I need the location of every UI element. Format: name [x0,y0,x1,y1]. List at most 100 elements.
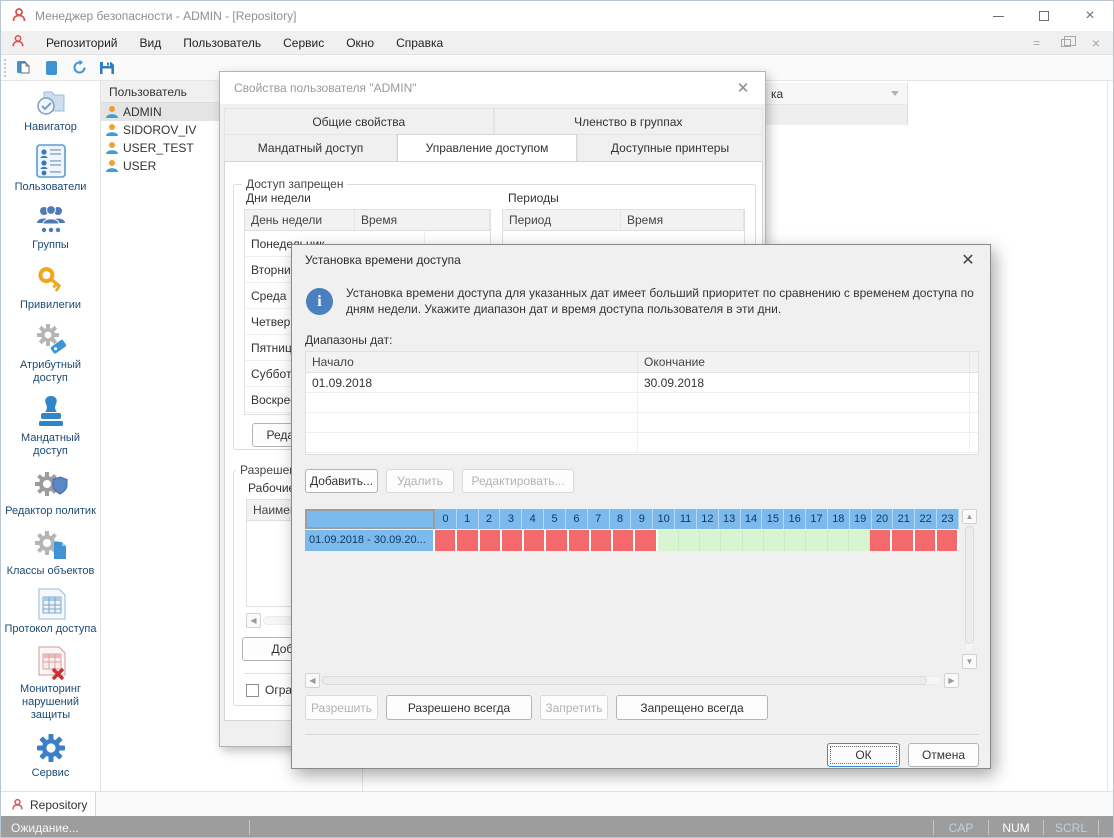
hour-header-cell[interactable]: 2 [479,509,501,529]
grid-row-label[interactable]: 01.09.2018 - 30.09.20... [305,530,435,551]
tab-available-printers[interactable]: Доступные принтеры [577,134,763,161]
time-column-header[interactable]: Время [621,210,744,230]
copy-document-button[interactable] [9,56,37,80]
close-button[interactable]: × [1067,1,1113,31]
sidebar-item-mandatory-access[interactable]: Мандатный доступ [2,394,100,458]
scroll-down-icon[interactable]: ▼ [962,654,977,669]
start-column-header[interactable]: Начало [306,352,638,372]
restrict-checkbox[interactable] [246,684,259,697]
hour-header-cell[interactable]: 18 [828,509,850,529]
hour-state-cell-denied[interactable] [480,530,502,551]
hour-state-cell-denied[interactable] [915,530,937,551]
hour-header-cell[interactable]: 12 [697,509,719,529]
empty-row[interactable] [306,393,978,413]
time-column-header[interactable]: Время [355,210,490,230]
menu-service[interactable]: Сервис [272,31,335,55]
hour-state-cell-allowed[interactable] [785,530,806,551]
sidebar-item-attribute-access[interactable]: Атрибутный доступ [2,321,100,385]
deny-always-button[interactable]: Запрещено всегда [616,695,768,720]
hour-state-cell-denied[interactable] [546,530,568,551]
cancel-button[interactable]: Отмена [908,743,979,767]
properties-dialog-close-button[interactable]: ✕ [733,78,753,98]
allow-button[interactable]: Разрешить [305,695,378,720]
hour-state-cell-denied[interactable] [502,530,524,551]
menu-help[interactable]: Справка [385,31,454,55]
hour-state-cell-denied[interactable] [870,530,892,551]
sidebar-item-service[interactable]: Сервис [2,731,100,780]
hour-header-cell[interactable]: 1 [457,509,479,529]
hour-header-cell[interactable]: 7 [588,509,610,529]
menu-repository[interactable]: Репозиторий [35,31,129,55]
hour-state-cell-denied[interactable] [569,530,591,551]
hour-state-cell-allowed[interactable] [764,530,785,551]
save-button[interactable] [93,56,121,80]
hour-state-cell-allowed[interactable] [828,530,849,551]
sidebar-item-groups[interactable]: Группы [2,203,100,252]
menu-window[interactable]: Окно [335,31,385,55]
sidebar-item-navigator[interactable]: Навигатор [2,87,100,134]
hour-header-cell[interactable]: 22 [915,509,937,529]
deny-button[interactable]: Запретить [540,695,608,720]
hour-state-cell-allowed[interactable] [743,530,764,551]
sidebar-item-privileges[interactable]: Привилегии [2,261,100,312]
grid-horizontal-scrollbar[interactable]: ◀ ▶ [305,673,959,688]
hour-header-cell[interactable]: 17 [806,509,828,529]
hour-state-cell-allowed[interactable] [700,530,721,551]
hour-state-cell-denied[interactable] [435,530,457,551]
hour-state-cell-allowed[interactable] [679,530,700,551]
add-range-button[interactable]: Добавить... [305,469,378,493]
hour-state-cell-denied[interactable] [892,530,914,551]
hour-state-cell-allowed[interactable] [658,530,679,551]
hour-header-cell[interactable]: 8 [610,509,632,529]
hour-header-cell[interactable]: 14 [741,509,763,529]
hour-header-cell[interactable]: 15 [762,509,784,529]
tab-general-properties[interactable]: Общие свойства [224,108,494,134]
tab-access-control[interactable]: Управление доступом [397,134,577,161]
hour-header-cell[interactable]: 0 [435,509,457,529]
hour-header-cell[interactable]: 23 [937,509,959,529]
sidebar-item-object-classes[interactable]: Классы объектов [2,527,100,578]
menu-view[interactable]: Вид [129,31,173,55]
empty-row[interactable] [306,433,978,453]
hour-header-cell[interactable]: 19 [850,509,872,529]
sidebar-item-violation-monitoring[interactable]: Мониторинг нарушений защиты [2,645,100,722]
hour-header-cell[interactable]: 20 [872,509,894,529]
minimize-button[interactable] [975,1,1021,31]
hour-state-cell-allowed[interactable] [849,530,870,551]
allow-always-button[interactable]: Разрешено всегда [386,695,532,720]
scroll-left-icon[interactable]: ◀ [246,613,261,628]
delete-range-button[interactable]: Удалить [386,469,454,493]
grid-corner-cell[interactable] [305,509,435,529]
hour-state-cell-denied[interactable] [524,530,546,551]
hour-header-cell[interactable]: 11 [675,509,697,529]
sidebar-item-users[interactable]: Пользователи [2,143,100,194]
mdi-minimize-button[interactable]: = [1027,36,1045,50]
mdi-close-button[interactable]: × [1087,35,1105,51]
hour-header-cell[interactable]: 10 [653,509,675,529]
hour-state-cell-denied[interactable] [457,530,479,551]
sidebar-item-policy-editor[interactable]: Редактор политик [2,467,100,518]
tab-mandatory-access[interactable]: Мандатный доступ [224,134,397,161]
hour-header-cell[interactable]: 5 [544,509,566,529]
hour-header-cell[interactable]: 6 [566,509,588,529]
hour-state-cell-denied[interactable] [613,530,635,551]
hour-header-cell[interactable]: 9 [631,509,653,529]
hour-state-cell-denied[interactable] [635,530,657,551]
scroll-right-icon[interactable]: ▶ [944,673,959,688]
hour-header-cell[interactable]: 4 [522,509,544,529]
ok-button[interactable]: ОК [827,743,900,767]
hour-state-cell-allowed[interactable] [806,530,827,551]
period-column-header[interactable]: Период [503,210,621,230]
hour-header-cell[interactable]: 16 [784,509,806,529]
date-range-row[interactable]: 01.09.2018 30.09.2018 [306,373,978,393]
sidebar-item-access-protocol[interactable]: Протокол доступа [2,587,100,636]
hour-header-cell[interactable]: 21 [893,509,915,529]
weekday-column-header[interactable]: День недели [245,210,355,230]
mdi-restore-button[interactable] [1061,39,1071,47]
hour-state-cell-allowed[interactable] [721,530,742,551]
hour-header-cell[interactable]: 3 [500,509,522,529]
maximize-button[interactable] [1021,1,1067,31]
document-button[interactable] [37,56,65,80]
scroll-up-icon[interactable]: ▲ [962,509,977,524]
hour-state-cell-denied[interactable] [937,530,959,551]
